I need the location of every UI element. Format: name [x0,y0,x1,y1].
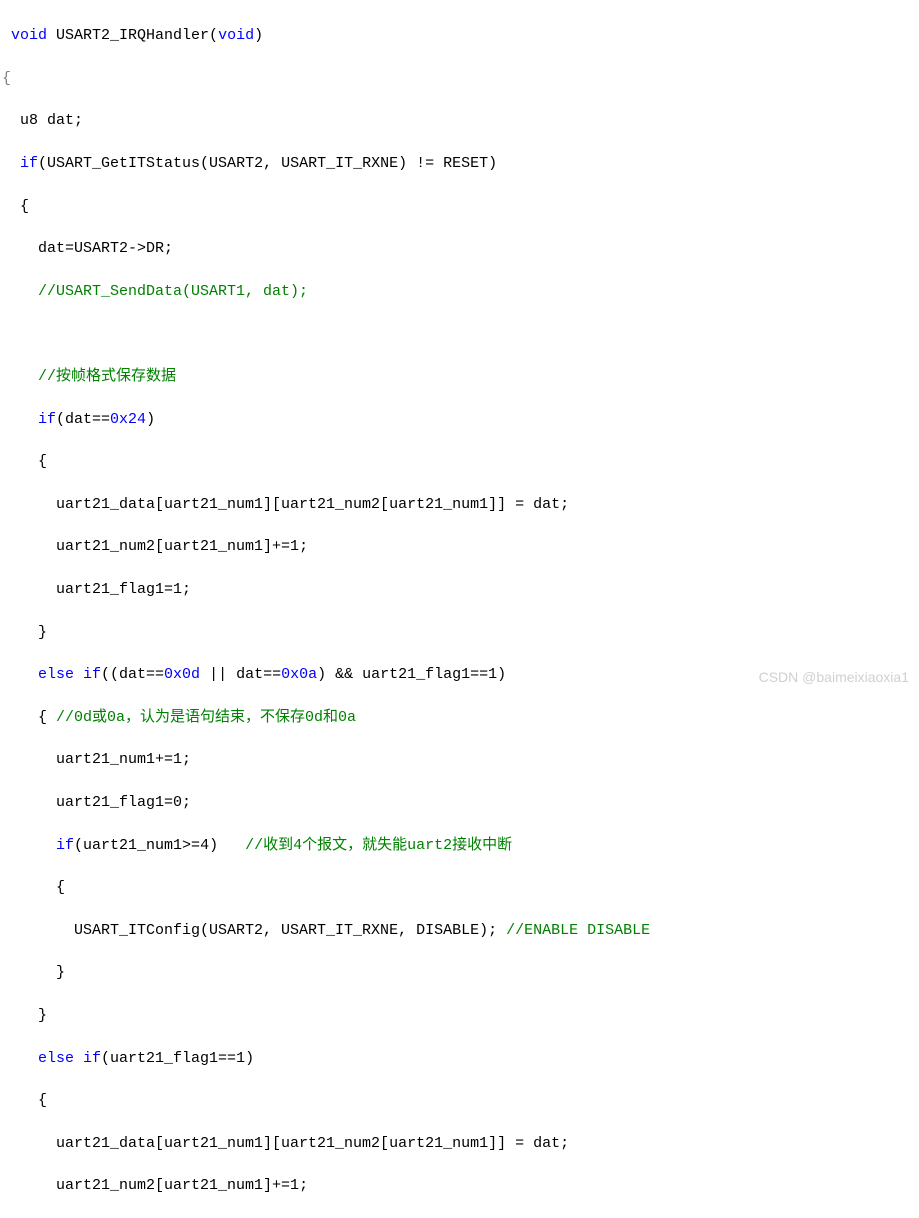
code-line: uart21_flag1=0; [2,792,919,813]
comment: //0d或0a，认为是语句结束，不保存0d和0a [56,709,356,726]
code-line: uart21_flag1=1; [2,579,919,600]
code-line: } [2,962,919,983]
code-line: else if((dat==0x0d || dat==0x0a) && uart… [2,664,919,685]
code-line: //按帧格式保存数据 [2,366,919,387]
code-block: void USART2_IRQHandler(void) { u8 dat; i… [0,4,919,1218]
code-line: if(USART_GetITStatus(USART2, USART_IT_RX… [2,153,919,174]
keyword-void: void [11,27,47,44]
code-line: if(uart21_num1>=4) //收到4个报文，就失能uart2接收中断 [2,835,919,856]
keyword-if: if [20,155,38,172]
code-line: uart21_num2[uart21_num1]+=1; [2,536,919,557]
comment: //USART_SendData(USART1, dat); [38,283,308,300]
keyword-else-if: else if [38,666,101,683]
code-line: void USART2_IRQHandler(void) [2,25,919,46]
code-line: { [2,68,919,89]
hex-literal: 0x0a [281,666,317,683]
comment: //按帧格式保存数据 [38,368,176,385]
code-line: dat=USART2->DR; [2,238,919,259]
code-line [2,323,919,344]
comment: //收到4个报文，就失能uart2接收中断 [245,837,512,854]
code-line: { [2,877,919,898]
comment: //ENABLE DISABLE [506,922,650,939]
keyword-void: void [218,27,254,44]
code-line: uart21_num2[uart21_num1]+=1; [2,1175,919,1196]
code-line: uart21_data[uart21_num1][uart21_num2[uar… [2,494,919,515]
code-line: { [2,1090,919,1111]
code-line: } [2,622,919,643]
code-line: else if(uart21_flag1==1) [2,1048,919,1069]
hex-literal: 0x0d [164,666,200,683]
code-line: uart21_data[uart21_num1][uart21_num2[uar… [2,1133,919,1154]
code-line: } [2,1005,919,1026]
code-line: USART_ITConfig(USART2, USART_IT_RXNE, DI… [2,920,919,941]
code-line: u8 dat; [2,110,919,131]
code-line: { [2,196,919,217]
code-line: //USART_SendData(USART1, dat); [2,281,919,302]
keyword-else-if: else if [38,1050,101,1067]
code-line: if(dat==0x24) [2,409,919,430]
hex-literal: 0x24 [110,411,146,428]
code-line: { //0d或0a，认为是语句结束，不保存0d和0a [2,707,919,728]
code-line: { [2,451,919,472]
keyword-if: if [38,411,56,428]
keyword-if: if [56,837,74,854]
code-line: uart21_num1+=1; [2,749,919,770]
